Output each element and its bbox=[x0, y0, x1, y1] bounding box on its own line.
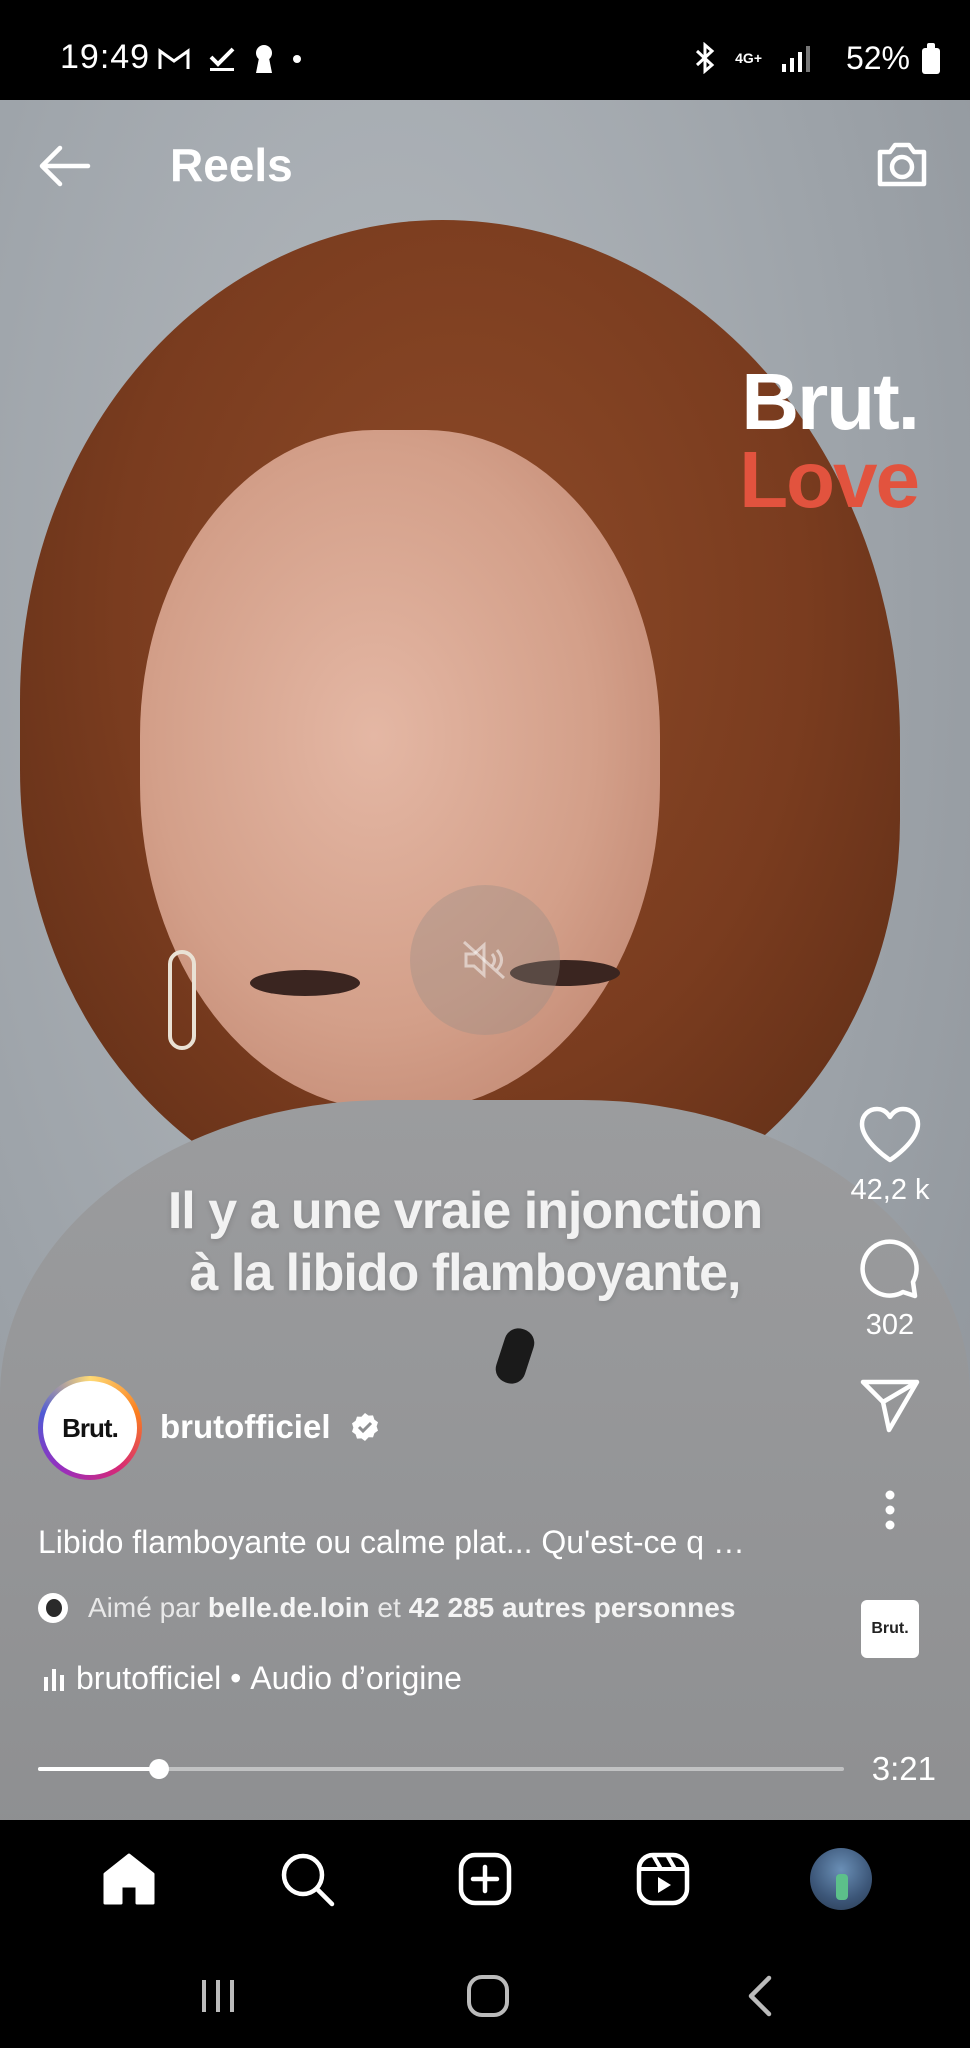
battery-percent: 52% bbox=[845, 40, 910, 76]
liked-by-row[interactable]: Aimé par belle.de.loin et 42 285 autres … bbox=[38, 1592, 735, 1624]
more-options-button[interactable] bbox=[860, 1480, 920, 1540]
page-title: Reels bbox=[170, 139, 293, 191]
gmail-icon bbox=[158, 48, 190, 69]
profile-avatar bbox=[810, 1848, 872, 1910]
audio-separator: • bbox=[230, 1660, 242, 1696]
share-button[interactable] bbox=[855, 1370, 925, 1440]
network-type: 4G+ bbox=[735, 50, 762, 66]
recent-apps-icon bbox=[202, 1980, 234, 2012]
liked-others[interactable]: 42 285 autres personnes bbox=[409, 1592, 736, 1624]
verified-badge-icon bbox=[352, 1413, 378, 1441]
author-username[interactable]: brutofficiel bbox=[160, 1408, 331, 1446]
audio-bars-icon bbox=[44, 1667, 64, 1691]
status-bar: 19:49 4G+ 52% bbox=[0, 0, 970, 100]
keyhole-icon bbox=[256, 45, 272, 73]
video-subject-eye bbox=[250, 970, 360, 996]
notification-icons bbox=[158, 44, 302, 74]
recent-apps-button[interactable] bbox=[188, 1966, 248, 2026]
author-avatar[interactable]: Brut. bbox=[38, 1376, 142, 1480]
camera-button[interactable] bbox=[872, 134, 932, 194]
video-subject-earring bbox=[168, 950, 196, 1050]
nav-reels[interactable] bbox=[623, 1839, 703, 1919]
like-count[interactable]: 42,2 k bbox=[851, 1174, 930, 1207]
home-circle-icon bbox=[467, 1975, 509, 2017]
reels-icon bbox=[636, 1852, 690, 1906]
audio-label: Audio d’origine bbox=[250, 1660, 462, 1696]
audio-owner: brutofficiel bbox=[76, 1660, 222, 1696]
comment-count[interactable]: 302 bbox=[866, 1309, 914, 1342]
author-avatar-label: Brut. bbox=[43, 1381, 137, 1475]
reel-actions: 42,2 k 302 Brut. bbox=[830, 1100, 950, 1658]
system-back-button[interactable] bbox=[730, 1966, 790, 2026]
nav-search[interactable] bbox=[267, 1839, 347, 1919]
back-button[interactable] bbox=[36, 144, 96, 188]
system-home-button[interactable] bbox=[458, 1966, 518, 2026]
comment-button[interactable] bbox=[855, 1235, 925, 1305]
audio-thumbnail[interactable]: Brut. bbox=[861, 1600, 919, 1658]
liked-user[interactable]: belle.de.loin bbox=[208, 1592, 370, 1624]
progress-knob[interactable] bbox=[148, 1759, 169, 1779]
system-navigation bbox=[0, 1938, 970, 2048]
caption-line: Il y a une vraie injonction bbox=[167, 1182, 763, 1240]
video-duration: 3:21 bbox=[871, 1750, 936, 1787]
bluetooth-icon bbox=[696, 42, 715, 74]
camera-icon bbox=[877, 142, 927, 187]
post-description[interactable]: Libido flamboyante ou calme plat... Qu'e… bbox=[38, 1524, 745, 1561]
search-icon bbox=[281, 1853, 335, 1907]
dot-icon bbox=[293, 55, 301, 63]
send-icon bbox=[860, 1379, 920, 1433]
playback-progress-bar[interactable] bbox=[38, 1759, 844, 1779]
arrow-left-icon bbox=[39, 145, 91, 187]
task-check-icon bbox=[209, 47, 235, 71]
battery-icon bbox=[922, 43, 940, 74]
liked-prefix: Aimé par bbox=[88, 1592, 201, 1623]
more-vertical-icon bbox=[885, 1490, 895, 1530]
create-icon bbox=[458, 1852, 512, 1906]
nav-home[interactable] bbox=[89, 1839, 169, 1919]
signal-icon bbox=[782, 46, 810, 72]
like-button[interactable] bbox=[855, 1100, 925, 1170]
liked-connector: et bbox=[377, 1592, 401, 1623]
video-caption: Il y a une vraie injonction à la libido … bbox=[100, 1180, 830, 1304]
caption-line: à la libido flamboyante, bbox=[189, 1244, 742, 1302]
comment-icon bbox=[860, 1239, 919, 1299]
speaker-muted-icon bbox=[462, 940, 506, 980]
back-chevron-icon bbox=[748, 1975, 772, 2017]
mute-indicator[interactable] bbox=[410, 885, 560, 1035]
status-time: 19:49 bbox=[60, 38, 151, 76]
nav-profile[interactable] bbox=[801, 1839, 881, 1919]
home-icon bbox=[103, 1853, 155, 1905]
audio-row[interactable]: brutofficiel • Audio d’origine bbox=[44, 1660, 462, 1697]
liked-by-avatar bbox=[38, 1593, 68, 1623]
heart-icon bbox=[859, 1106, 921, 1163]
nav-create[interactable] bbox=[445, 1839, 525, 1919]
progress-fill bbox=[38, 1767, 159, 1771]
reels-header: Reels bbox=[0, 100, 970, 230]
brut-love-watermark: Brut. Love bbox=[739, 357, 920, 524]
bottom-navigation bbox=[0, 1820, 970, 1938]
connectivity-icons: 4G+ bbox=[693, 42, 810, 74]
video-subject-face bbox=[140, 430, 660, 1230]
reel-video[interactable]: Brut. Love Il y a une vraie injonction à… bbox=[0, 100, 970, 1820]
